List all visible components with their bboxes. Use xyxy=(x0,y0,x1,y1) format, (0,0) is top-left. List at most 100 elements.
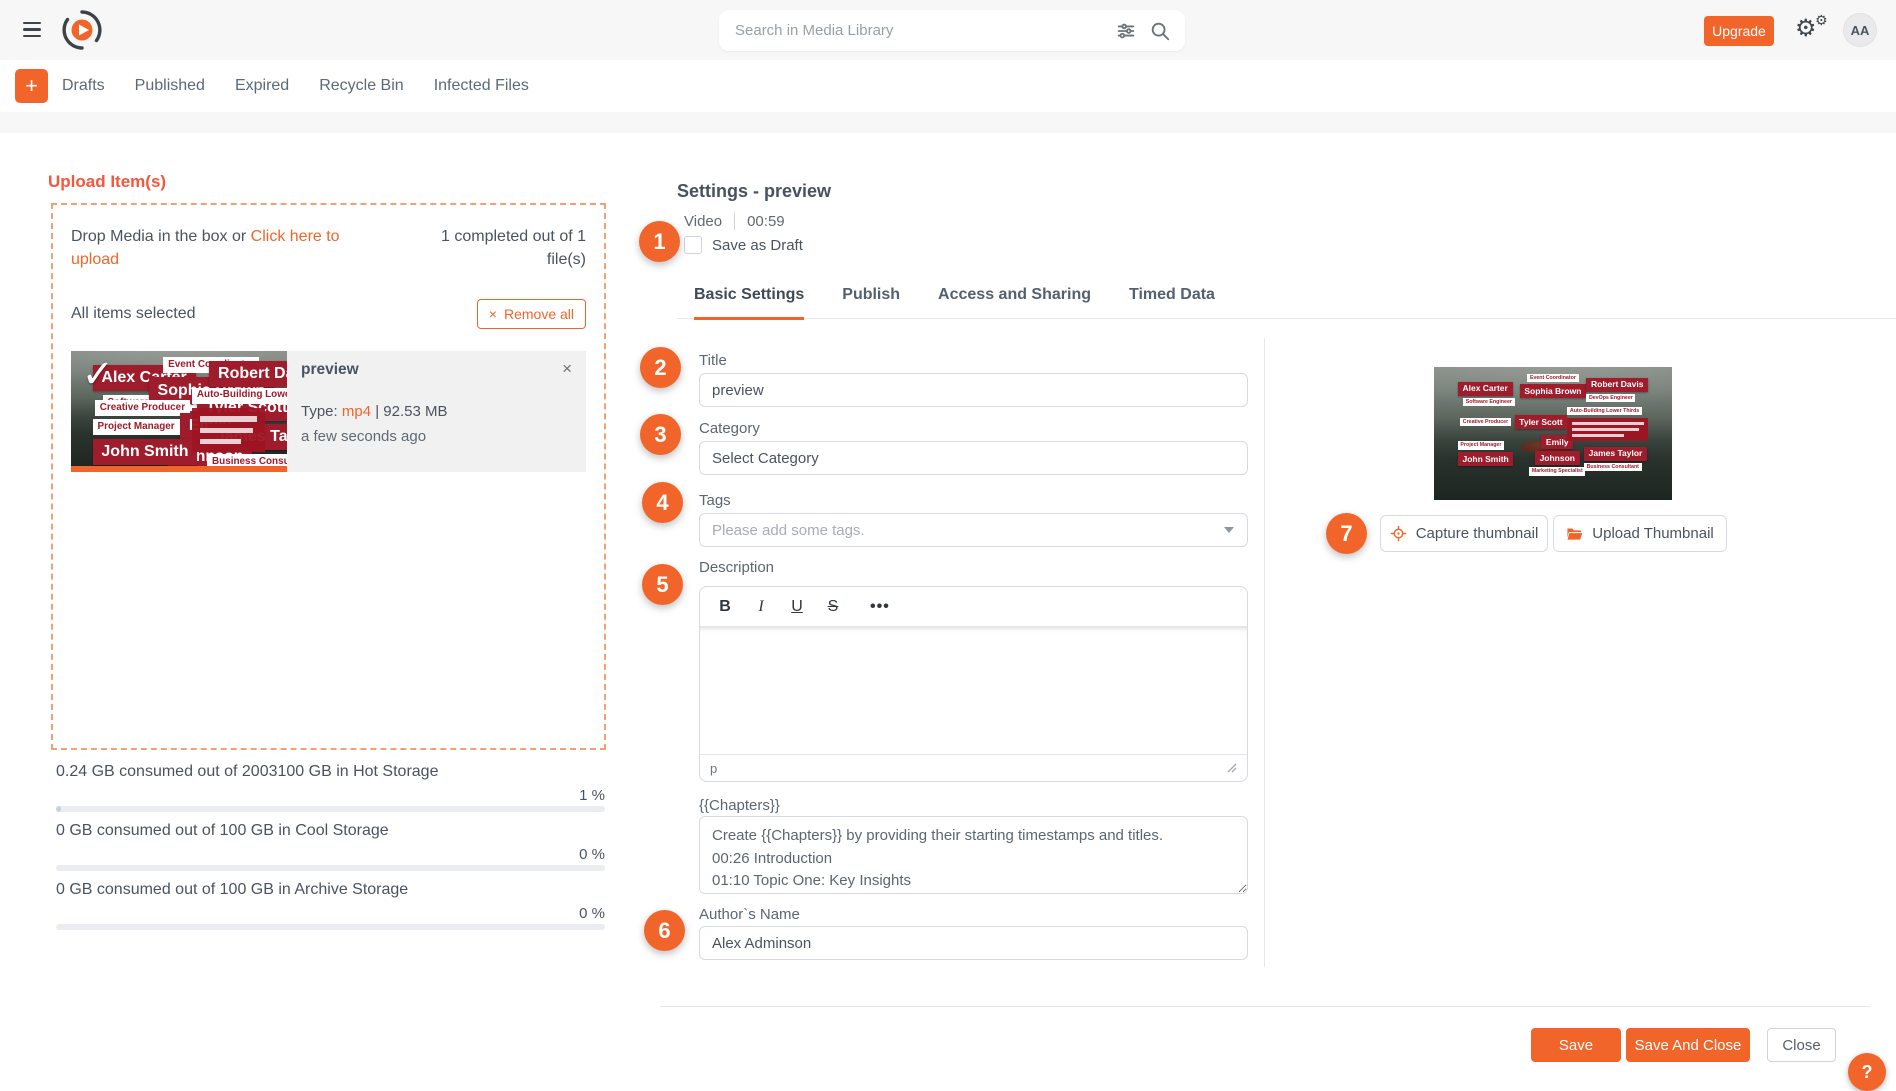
category-field-label: Category xyxy=(699,420,760,437)
resize-handle-icon[interactable] xyxy=(1227,763,1237,773)
video-name-text: John Smith xyxy=(1458,452,1514,466)
upgrade-button[interactable]: Upgrade xyxy=(1704,16,1774,46)
tags-field-label: Tags xyxy=(699,492,731,509)
tab-expired[interactable]: Expired xyxy=(235,77,289,95)
content-divider-strip xyxy=(0,112,1896,133)
remove-all-button[interactable]: × Remove all xyxy=(477,299,586,329)
hot-storage-percent: 1 % xyxy=(505,787,605,804)
step-marker-6: 6 xyxy=(644,910,685,951)
file-type-value: mp4 xyxy=(342,403,371,420)
video-role-label: Business Consultant xyxy=(1584,463,1642,471)
title-field-label: Title xyxy=(699,352,727,369)
author-name-input[interactable] xyxy=(699,926,1248,960)
more-tools-button[interactable]: ••• xyxy=(870,599,890,615)
italic-button[interactable]: I xyxy=(754,599,768,615)
upload-thumbnail-button[interactable]: Upload Thumbnail xyxy=(1553,515,1727,552)
settings-panel-title: Settings - preview xyxy=(677,181,831,202)
media-type: Video xyxy=(684,213,722,230)
cool-storage-bar xyxy=(56,865,605,871)
video-name-text: Johnson xyxy=(1535,451,1580,465)
upload-completed-summary: 1 completed out of 1 file(s) xyxy=(414,225,586,271)
video-role-label: Creative Producer xyxy=(1460,418,1511,426)
upload-dropzone[interactable]: Drop Media in the box or Click here to u… xyxy=(51,203,606,750)
video-name-text: Sophia Brown xyxy=(1520,384,1586,398)
step-marker-3: 3 xyxy=(640,414,681,455)
bold-button[interactable]: B xyxy=(718,599,732,615)
underline-button[interactable]: U xyxy=(790,599,804,615)
add-media-button[interactable]: + xyxy=(15,69,48,103)
top-bar: Upgrade ⚙⚙ AA xyxy=(0,0,1896,60)
chapters-field-label: {{Chapters}} xyxy=(699,797,780,814)
cool-storage-label: 0 GB consumed out of 100 GB in Cool Stor… xyxy=(56,822,389,840)
tab-timed-data[interactable]: Timed Data xyxy=(1129,286,1215,320)
app-logo xyxy=(58,6,106,54)
tab-publish[interactable]: Publish xyxy=(842,286,900,320)
video-name-badge: Robert Davis DevOps Engineer xyxy=(1586,378,1648,403)
tab-infected-files[interactable]: Infected Files xyxy=(434,77,529,95)
video-name-badge: James TaylorBusiness Consultant xyxy=(1584,447,1647,472)
search-icon[interactable] xyxy=(1149,20,1171,42)
drop-media-text: Drop Media in the box or Click here to u… xyxy=(71,225,381,271)
file-size: 92.53 MB xyxy=(383,403,447,420)
user-avatar[interactable]: AA xyxy=(1843,13,1877,47)
tab-published[interactable]: Published xyxy=(135,77,205,95)
cool-storage-percent: 0 % xyxy=(505,846,605,863)
hamburger-menu-icon[interactable] xyxy=(23,22,41,37)
lower-thirds-info-body xyxy=(192,408,265,452)
search-input[interactable] xyxy=(733,21,1103,40)
tab-access-and-sharing[interactable]: Access and Sharing xyxy=(938,286,1091,320)
file-meta: Type: mp4 | 92.53 MB xyxy=(301,403,572,420)
tab-drafts[interactable]: Drafts xyxy=(62,77,105,95)
upload-items-heading: Upload Item(s) xyxy=(48,172,166,192)
archive-storage-label: 0 GB consumed out of 100 GB in Archive S… xyxy=(56,881,408,899)
video-name-text: John Smith xyxy=(93,439,198,465)
save-as-draft-checkbox[interactable] xyxy=(684,236,702,254)
description-editor-body[interactable] xyxy=(700,627,1247,754)
video-name-text: Robert Davis xyxy=(1586,378,1648,392)
video-role-label: Project Manager xyxy=(93,419,180,435)
description-editor: B I U S ••• p xyxy=(699,586,1248,782)
video-name-badge: Event Coordinator Sophia Brown xyxy=(1520,374,1586,399)
save-as-draft-label: Save as Draft xyxy=(712,237,803,254)
video-role-label: Event Coordinator xyxy=(1527,374,1578,382)
video-name-badge: Alex CarterSoftware Engineer xyxy=(1458,382,1515,407)
chapters-textarea[interactable]: Create {{Chapters}} by providing their s… xyxy=(699,816,1248,894)
video-name-badge: Project ManagerJohn Smith xyxy=(1458,441,1514,466)
tab-recycle-bin[interactable]: Recycle Bin xyxy=(319,77,403,95)
strikethrough-button[interactable]: S xyxy=(826,599,840,615)
close-icon: × xyxy=(489,306,497,322)
save-as-draft-row: Save as Draft xyxy=(684,236,803,254)
library-tabs: Drafts Published Expired Recycle Bin Inf… xyxy=(62,60,529,112)
close-button[interactable]: Close xyxy=(1767,1028,1836,1062)
file-thumbnail[interactable]: ✓Alex CarterSoftware EngineerEvent Coord… xyxy=(71,351,287,472)
tags-input[interactable] xyxy=(699,513,1248,547)
video-role-label: Marketing Specialist xyxy=(1529,467,1585,475)
video-role-label: DevOps Engineer xyxy=(1586,394,1635,402)
archive-storage-bar xyxy=(56,924,605,930)
title-input[interactable] xyxy=(699,373,1248,407)
step-marker-5: 5 xyxy=(642,564,683,605)
capture-thumbnail-button[interactable]: Capture thumbnail xyxy=(1380,515,1548,552)
save-button[interactable]: Save xyxy=(1531,1028,1621,1062)
archive-storage-percent: 0 % xyxy=(505,905,605,922)
video-name-text: Alex Carter xyxy=(1458,382,1513,396)
editor-block-tag: p xyxy=(710,761,717,776)
help-button[interactable]: ? xyxy=(1848,1053,1886,1091)
chevron-down-icon[interactable] xyxy=(1224,527,1234,533)
settings-tabs: Basic Settings Publish Access and Sharin… xyxy=(694,286,1215,320)
save-and-close-button[interactable]: Save And Close xyxy=(1626,1028,1750,1062)
step-marker-1: 1 xyxy=(639,221,680,262)
tab-basic-settings[interactable]: Basic Settings xyxy=(694,286,804,320)
video-name-badge: Project Manager John Smith xyxy=(93,419,198,465)
uploaded-file-card: ✓Alex CarterSoftware EngineerEvent Coord… xyxy=(71,351,586,472)
lower-thirds-info-title: Auto-Building Lower Thirds xyxy=(1567,407,1642,415)
settings-gears-icon[interactable]: ⚙⚙ xyxy=(1795,13,1831,47)
category-select[interactable] xyxy=(699,441,1248,475)
filter-sliders-icon[interactable] xyxy=(1115,20,1137,42)
video-name-badge: Creative Producer Tyler Scott xyxy=(1460,415,1567,429)
video-name-text: Tyler Scott xyxy=(1515,415,1568,429)
upload-progress-bar xyxy=(71,466,287,472)
selected-check-icon: ✓ xyxy=(82,356,114,394)
video-thumbnail-preview: Alex CarterSoftware EngineerEvent Coordi… xyxy=(1434,367,1672,500)
remove-file-icon[interactable]: × xyxy=(562,360,572,377)
